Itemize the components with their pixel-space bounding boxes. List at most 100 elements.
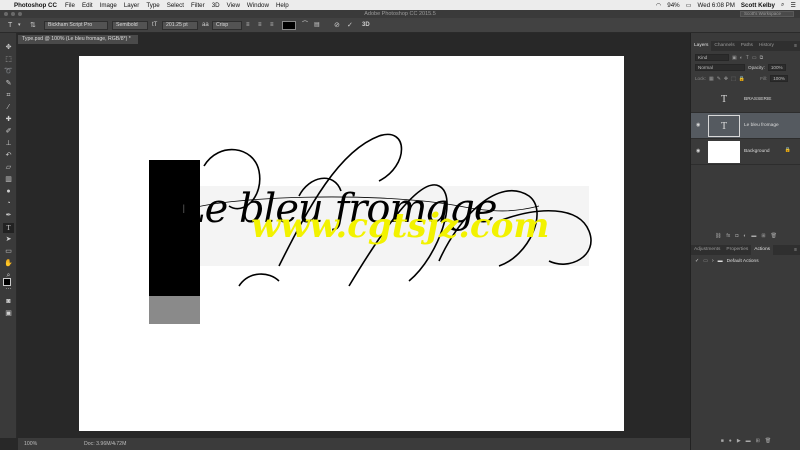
record-icon[interactable]: ● (729, 436, 732, 447)
play-icon[interactable]: ▶ (737, 436, 741, 447)
align-left-icon[interactable]: ≡ (246, 21, 250, 30)
rectangle-tool-icon[interactable]: ▭ (3, 247, 14, 257)
battery-icon[interactable]: ▭ (686, 2, 692, 9)
document-canvas[interactable]: Le bleu fromage I www.cgtsjz.com (79, 56, 624, 431)
lock-position-icon[interactable]: ✥ (724, 76, 728, 82)
tab-layers[interactable]: Layers (691, 41, 712, 51)
font-style-select[interactable]: Semibold (112, 21, 148, 30)
filter-pixel-icon[interactable]: ▣ (732, 55, 737, 61)
3d-text-icon[interactable]: 3D (362, 21, 370, 30)
new-set-icon[interactable]: ▬ (746, 436, 751, 447)
lock-artboard-icon[interactable]: ⬚ (731, 76, 736, 82)
blend-mode-select[interactable]: Normal (695, 64, 745, 71)
foreground-color-swatch[interactable] (3, 278, 11, 286)
new-action-icon[interactable]: ⊞ (756, 436, 760, 447)
menu-3d[interactable]: 3D (212, 2, 220, 9)
filter-type-icon[interactable]: T (746, 55, 749, 61)
layers-panel-menu-icon[interactable]: ≡ (794, 43, 797, 49)
menu-window[interactable]: Window (247, 2, 269, 9)
path-selection-tool-icon[interactable]: ➤ (3, 235, 14, 245)
opacity-field[interactable]: 100% (767, 64, 786, 71)
status-menu-arrow-icon[interactable]: › (114, 438, 116, 450)
history-brush-tool-icon[interactable]: ↶ (3, 151, 14, 161)
zoom-level[interactable]: 100% (24, 438, 37, 450)
blur-tool-icon[interactable]: ● (3, 187, 14, 197)
text-color-swatch[interactable] (282, 21, 296, 30)
clone-stamp-tool-icon[interactable]: ⊥ (3, 139, 14, 149)
tab-adjustments[interactable]: Adjustments (691, 245, 723, 255)
layer-row[interactable]: ◉ Background 🔒 (691, 139, 800, 165)
new-layer-icon[interactable]: ⊞ (761, 231, 765, 242)
new-group-icon[interactable]: ▬ (751, 231, 756, 242)
eye-icon[interactable]: ◉ (696, 122, 701, 128)
lock-pixels-icon[interactable]: ✎ (717, 76, 721, 82)
clock[interactable]: Wed 6:08 PM (698, 2, 735, 9)
tab-properties[interactable]: Properties (723, 245, 751, 255)
eraser-tool-icon[interactable]: ▱ (3, 163, 14, 173)
user-name[interactable]: Scott Kelby (741, 2, 775, 9)
lasso-tool-icon[interactable]: ➰ (3, 67, 14, 77)
hand-tool-icon[interactable]: ✋ (3, 259, 14, 269)
tab-history[interactable]: History (756, 41, 777, 51)
delete-action-icon[interactable]: 🗑 (765, 436, 771, 447)
actions-panel-menu-icon[interactable]: ≡ (794, 247, 797, 253)
notification-center-icon[interactable]: ☰ (790, 2, 796, 9)
filter-smart-icon[interactable]: ⧉ (760, 55, 764, 61)
menu-filter[interactable]: Filter (191, 2, 205, 9)
eyedropper-tool-icon[interactable]: ⁄ (3, 103, 14, 113)
document-tab[interactable]: Type.psd @ 100% (Le bleu fromage, RGB/8*… (18, 35, 138, 44)
stop-recording-icon[interactable]: ■ (721, 436, 724, 447)
warp-text-icon[interactable]: ⌒ (302, 21, 308, 30)
filter-kind-select[interactable]: Kind (695, 54, 729, 61)
brush-tool-icon[interactable]: ✐ (3, 127, 14, 137)
menu-select[interactable]: Select (167, 2, 184, 9)
menu-help[interactable]: Help (276, 2, 289, 9)
move-tool-icon[interactable]: ✥ (3, 43, 14, 53)
character-panel-icon[interactable]: ▤ (314, 21, 320, 30)
layer-row[interactable]: T BRASSERIE (691, 87, 800, 113)
layer-row[interactable]: ◉ T Le bleu fromage (691, 113, 800, 139)
commit-edits-icon[interactable]: ✓ (347, 21, 353, 30)
tab-actions[interactable]: Actions (751, 245, 774, 255)
workspace-search-field[interactable]: Scott's Workspace (740, 11, 794, 17)
crop-tool-icon[interactable]: ⌗ (3, 91, 14, 101)
gradient-tool-icon[interactable]: ▥ (3, 175, 14, 185)
spotlight-search-icon[interactable]: ⌕ (781, 1, 784, 9)
delete-layer-icon[interactable]: 🗑 (771, 231, 777, 242)
type-tool-preset-icon[interactable]: T (8, 21, 12, 30)
filter-shape-icon[interactable]: ▭ (752, 55, 757, 61)
screen-mode-icon[interactable]: ▣ (3, 309, 14, 319)
eye-icon[interactable]: ◉ (696, 148, 701, 154)
layer-style-icon[interactable]: fx (726, 231, 730, 242)
menu-layer[interactable]: Layer (124, 2, 139, 9)
align-right-icon[interactable]: ≡ (270, 21, 274, 30)
add-mask-icon[interactable]: ◘ (735, 231, 738, 242)
tab-paths[interactable]: Paths (738, 41, 756, 51)
checkmark-icon[interactable]: ✓ (695, 258, 699, 264)
cancel-edits-icon[interactable]: ⊘ (334, 21, 340, 30)
menu-image[interactable]: Image (100, 2, 117, 9)
quick-mask-icon[interactable]: ◙ (3, 297, 14, 307)
healing-brush-tool-icon[interactable]: ✚ (3, 115, 14, 125)
preset-dropdown-icon[interactable]: ▾ (18, 21, 21, 30)
lock-all-icon[interactable]: 🔒 (739, 76, 745, 82)
menu-view[interactable]: View (227, 2, 240, 9)
expand-chevron-icon[interactable]: › (712, 258, 714, 264)
dialog-toggle-icon[interactable]: ▭ (703, 258, 708, 264)
menu-app-name[interactable]: Photoshop CC (14, 2, 57, 9)
align-center-icon[interactable]: ≡ (258, 21, 262, 30)
link-layers-icon[interactable]: ⛓ (715, 231, 721, 242)
tab-channels[interactable]: Channels (711, 41, 737, 51)
lock-transparent-icon[interactable]: ▦ (709, 76, 714, 82)
lock-icon[interactable]: 🔒 (785, 147, 791, 153)
menu-file[interactable]: File (65, 2, 75, 9)
type-tool-icon[interactable]: T (3, 223, 14, 233)
menu-edit[interactable]: Edit (82, 2, 93, 9)
filter-adjustment-icon[interactable]: ◐ (740, 55, 743, 61)
action-set-row[interactable]: ✓ ▭ › ▬ Default Actions (691, 256, 800, 266)
wifi-icon[interactable]: ◠ (656, 2, 661, 9)
pen-tool-icon[interactable]: ✒ (3, 211, 14, 221)
battery-percent[interactable]: 94% (667, 2, 679, 9)
fill-field[interactable]: 100% (770, 75, 789, 82)
toggle-orientation-icon[interactable]: ⇅ (30, 21, 36, 30)
